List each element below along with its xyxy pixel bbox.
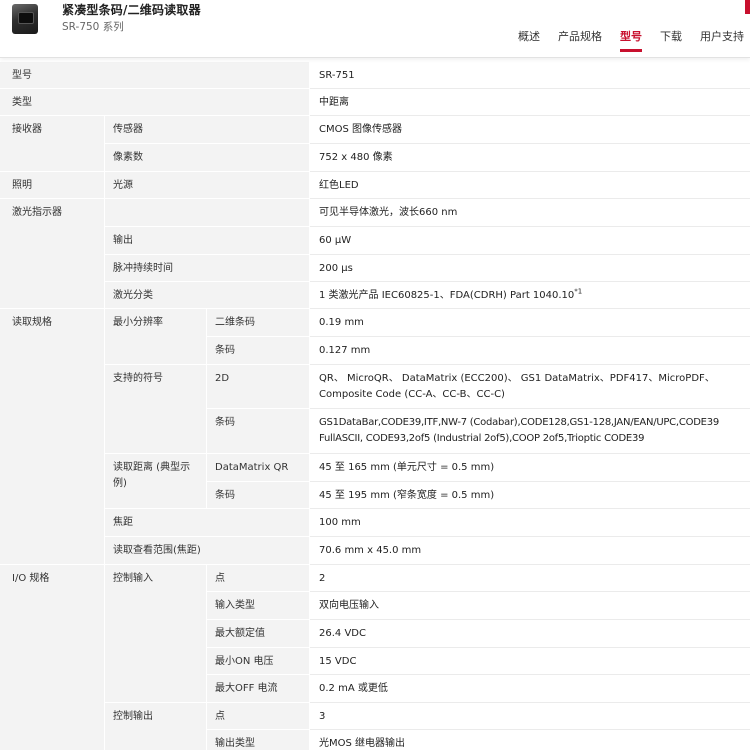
- spec-value-laser-wavelength: 可见半导体激光，波长660 nm: [310, 199, 750, 227]
- spec-value-focal: 100 mm: [310, 509, 750, 537]
- spec-value-min-on-voltage: 15 VDC: [310, 648, 750, 675]
- header-accent-bar: [745, 0, 750, 14]
- spec-value-res-2d: 0.19 mm: [310, 309, 750, 337]
- tab-specifications[interactable]: 产品规格: [558, 28, 602, 52]
- product-series: SR-750 系列: [62, 21, 124, 33]
- spec-label-symbols: 支持的符号: [105, 365, 207, 454]
- spec-value-max-off-current: 0.2 mA 或更低: [310, 675, 750, 703]
- spec-group-io: I/O 规格: [0, 565, 105, 750]
- spec-value-distance-barcode: 45 至 195 mm (窄条宽度 = 0.5 mm): [310, 482, 750, 509]
- spec-label-output-type: 输出类型: [207, 730, 310, 750]
- spec-group-reading: 读取规格: [0, 309, 105, 565]
- spec-label-laser-class: 激光分类: [105, 282, 310, 309]
- spec-label-field-of-view: 读取查看范围(焦距): [105, 537, 310, 565]
- spec-value-field-of-view: 70.6 mm x 45.0 mm: [310, 537, 750, 565]
- product-nav-tabs: 概述 产品规格 型号 下载 用户支持: [500, 28, 744, 52]
- spec-group-laser: 激光指示器: [0, 199, 105, 309]
- spec-label-read-distance: 读取距离 (典型示例): [105, 454, 207, 509]
- spec-label-light-source: 光源: [105, 172, 310, 199]
- spec-table: 型号 SR-751 类型 中距离 接收器 传感器 CMOS 图像传感器 像素数 …: [0, 62, 750, 750]
- spec-group-lighting: 照明: [0, 172, 105, 199]
- spec-value-model: SR-751: [310, 62, 750, 89]
- spec-label-symbols-2d: 2D: [207, 365, 310, 409]
- spec-label-sensor: 传感器: [105, 116, 310, 144]
- spec-label-control-input: 控制输入: [105, 565, 207, 703]
- spec-label-symbols-barcode: 条码: [207, 409, 310, 454]
- tab-models[interactable]: 型号: [620, 28, 642, 52]
- spec-label-laser-blank: [105, 199, 310, 227]
- spec-label-input-points: 点: [207, 565, 310, 592]
- spec-value-distance-dmqr: 45 至 165 mm (单元尺寸 = 0.5 mm): [310, 454, 750, 482]
- spec-label-res-2d: 二维条码: [207, 309, 310, 337]
- spec-label-output-points: 点: [207, 703, 310, 730]
- spec-label-control-output: 控制输出: [105, 703, 207, 750]
- spec-value-symbols-barcode: GS1DataBar,CODE39,ITF,NW-7 (Codabar),COD…: [310, 409, 750, 454]
- tab-user-support[interactable]: 用户支持: [700, 28, 744, 52]
- spec-label-pixels: 像素数: [105, 144, 310, 172]
- spec-group-receiver: 接收器: [0, 116, 105, 172]
- spec-value-max-rating: 26.4 VDC: [310, 620, 750, 648]
- spec-label-focal: 焦距: [105, 509, 310, 537]
- product-thumbnail-image: [12, 4, 38, 34]
- spec-label-input-type: 输入类型: [207, 592, 310, 620]
- tab-overview[interactable]: 概述: [518, 28, 540, 52]
- laser-class-text: 1 类激光产品 IEC60825-1、FDA(CDRH) Part 1040.1…: [319, 290, 575, 301]
- tab-downloads[interactable]: 下载: [660, 28, 682, 52]
- spec-label-max-rating: 最大额定值: [207, 620, 310, 648]
- spec-label-distance-barcode: 条码: [207, 482, 310, 509]
- spec-value-laser-class: 1 类激光产品 IEC60825-1、FDA(CDRH) Part 1040.1…: [310, 282, 750, 309]
- spec-label-max-off-current: 最大OFF 电流: [207, 675, 310, 703]
- spec-label-pulse-duration: 脉冲持续时间: [105, 255, 310, 282]
- product-header: 紧凑型条码/二维码读取器 SR-750 系列 概述 产品规格 型号 下载 用户支…: [0, 0, 750, 58]
- spec-value-pixels: 752 x 480 像素: [310, 144, 750, 172]
- footnote-marker[interactable]: *1: [574, 288, 582, 296]
- spec-value-sensor: CMOS 图像传感器: [310, 116, 750, 144]
- spec-label-distance-dmqr: DataMatrix QR: [207, 454, 310, 482]
- spec-value-input-points: 2: [310, 565, 750, 592]
- spec-value-laser-output: 60 μW: [310, 227, 750, 255]
- spec-value-symbols-2d: QR、 MicroQR、 DataMatrix (ECC200)、 GS1 Da…: [310, 365, 750, 409]
- spec-value-pulse-duration: 200 μs: [310, 255, 750, 282]
- spec-value-light-source: 红色LED: [310, 172, 750, 199]
- spec-value-output-type: 光MOS 继电器输出: [310, 730, 750, 750]
- spec-value-type: 中距离: [310, 89, 750, 116]
- spec-value-input-type: 双向电压输入: [310, 592, 750, 620]
- spec-label-res-barcode: 条码: [207, 337, 310, 365]
- spec-label-model: 型号: [0, 62, 310, 89]
- spec-label-laser-output: 输出: [105, 227, 310, 255]
- spec-value-output-points: 3: [310, 703, 750, 730]
- spec-value-res-barcode: 0.127 mm: [310, 337, 750, 365]
- spec-label-min-resolution: 最小分辨率: [105, 309, 207, 365]
- spec-label-min-on-voltage: 最小ON 电压: [207, 648, 310, 675]
- spec-label-type: 类型: [0, 89, 310, 116]
- product-title: 紧凑型条码/二维码读取器: [62, 3, 201, 17]
